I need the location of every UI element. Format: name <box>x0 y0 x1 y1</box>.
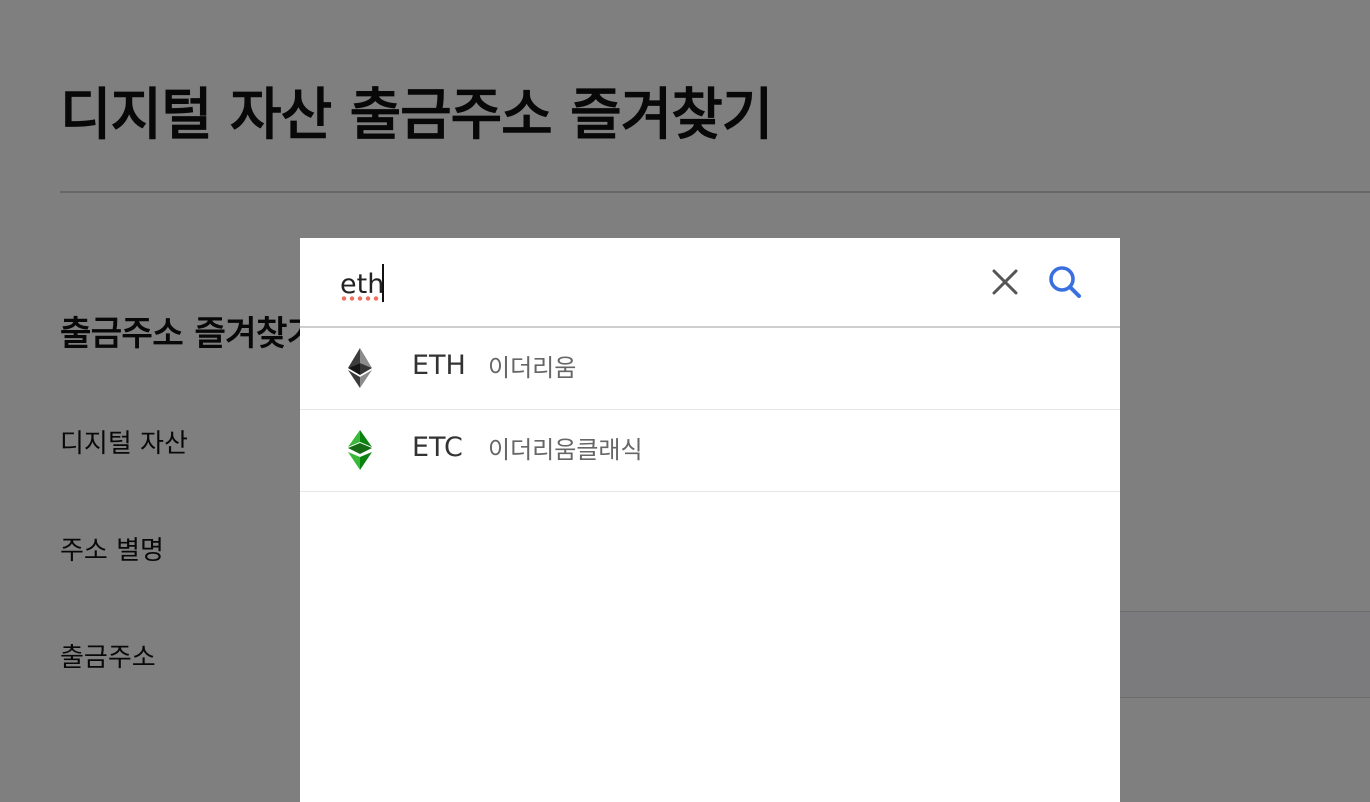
result-item-eth[interactable]: ETH 이더리움 <box>300 328 1120 410</box>
search-result-list: ETH 이더리움 ETC 이더리움클래식 <box>300 328 1120 492</box>
spellcheck-underline <box>340 296 380 301</box>
close-icon <box>992 269 1018 295</box>
text-caret <box>382 264 384 302</box>
ethereum-icon <box>348 348 372 388</box>
coin-symbol: ETC <box>412 432 463 463</box>
coin-name: 이더리움 <box>488 354 577 382</box>
coin-symbol: ETH <box>412 350 466 381</box>
asset-search-modal: ETH 이더리움 ETC 이더리움클래식 <box>300 238 1120 802</box>
search-icon <box>1049 266 1081 298</box>
search-button[interactable] <box>1044 260 1086 304</box>
search-input[interactable] <box>340 262 940 306</box>
result-item-etc[interactable]: ETC 이더리움클래식 <box>300 410 1120 492</box>
page: 디지털 자산 출금주소 즐겨찾기 출금주소 즐겨찾기 디지털 자산 주소 별명 … <box>0 0 1370 802</box>
search-bar <box>300 238 1120 328</box>
coin-name: 이더리움클래식 <box>488 436 643 464</box>
clear-search-button[interactable] <box>986 262 1024 302</box>
ethereum-classic-icon <box>348 430 372 470</box>
